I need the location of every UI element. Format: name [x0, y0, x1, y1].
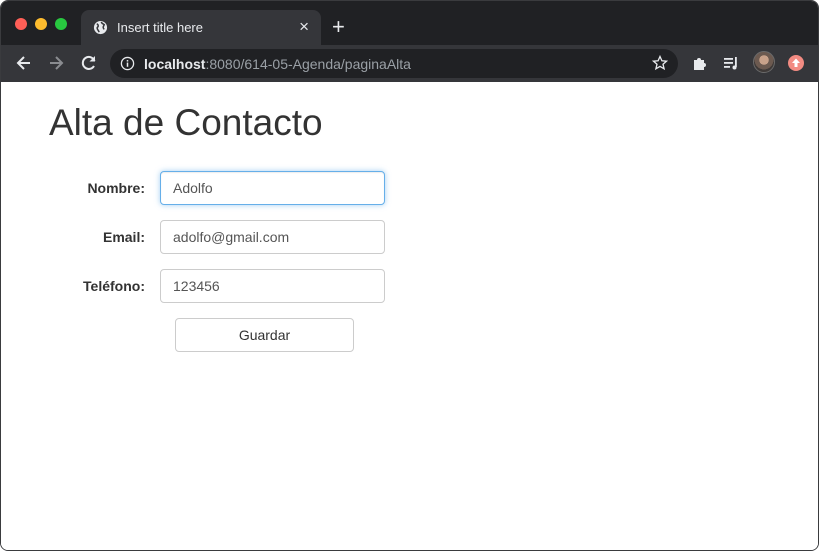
tab-bar: Insert title here × +: [1, 1, 818, 45]
telefono-row: Teléfono:: [1, 269, 401, 303]
nombre-input[interactable]: [160, 171, 385, 205]
tab-title: Insert title here: [117, 20, 203, 35]
new-tab-button[interactable]: +: [332, 15, 345, 39]
telefono-label: Teléfono:: [83, 278, 145, 294]
extensions-puzzle-icon[interactable]: [691, 54, 709, 72]
tab-close-icon[interactable]: ×: [299, 17, 309, 37]
browser-window: Insert title here × + localhost:8080/614…: [0, 0, 819, 551]
save-button[interactable]: Guardar: [175, 318, 354, 352]
maximize-window-button[interactable]: [55, 18, 67, 30]
telefono-input[interactable]: [160, 269, 385, 303]
url-path: :8080/614-05-Agenda/paginaAlta: [205, 56, 411, 72]
email-input[interactable]: [160, 220, 385, 254]
update-icon[interactable]: [788, 55, 804, 71]
nombre-row: Nombre:: [1, 171, 401, 205]
bookmark-star-icon[interactable]: [651, 54, 669, 71]
profile-avatar[interactable]: [753, 51, 775, 73]
media-playlist-icon[interactable]: [722, 54, 740, 72]
reload-icon[interactable]: [79, 53, 99, 73]
info-icon[interactable]: [120, 56, 135, 71]
email-row: Email:: [1, 220, 401, 254]
page-content: Alta de Contacto Nombre: Email: Teléfono…: [1, 82, 818, 550]
browser-tab[interactable]: Insert title here ×: [81, 10, 321, 45]
globe-icon: [93, 20, 108, 35]
forward-arrow-icon[interactable]: [46, 53, 66, 73]
minimize-window-button[interactable]: [35, 18, 47, 30]
nombre-label: Nombre:: [87, 180, 145, 196]
back-arrow-icon[interactable]: [14, 53, 34, 73]
address-bar[interactable]: localhost:8080/614-05-Agenda/paginaAlta: [110, 49, 678, 78]
url-host: localhost: [144, 56, 206, 72]
browser-toolbar: localhost:8080/614-05-Agenda/paginaAlta: [1, 45, 818, 82]
email-label: Email:: [102, 229, 145, 245]
page-title: Alta de Contacto: [49, 102, 323, 143]
close-window-button[interactable]: [15, 18, 27, 30]
url-text: localhost:8080/614-05-Agenda/paginaAlta: [144, 56, 411, 72]
